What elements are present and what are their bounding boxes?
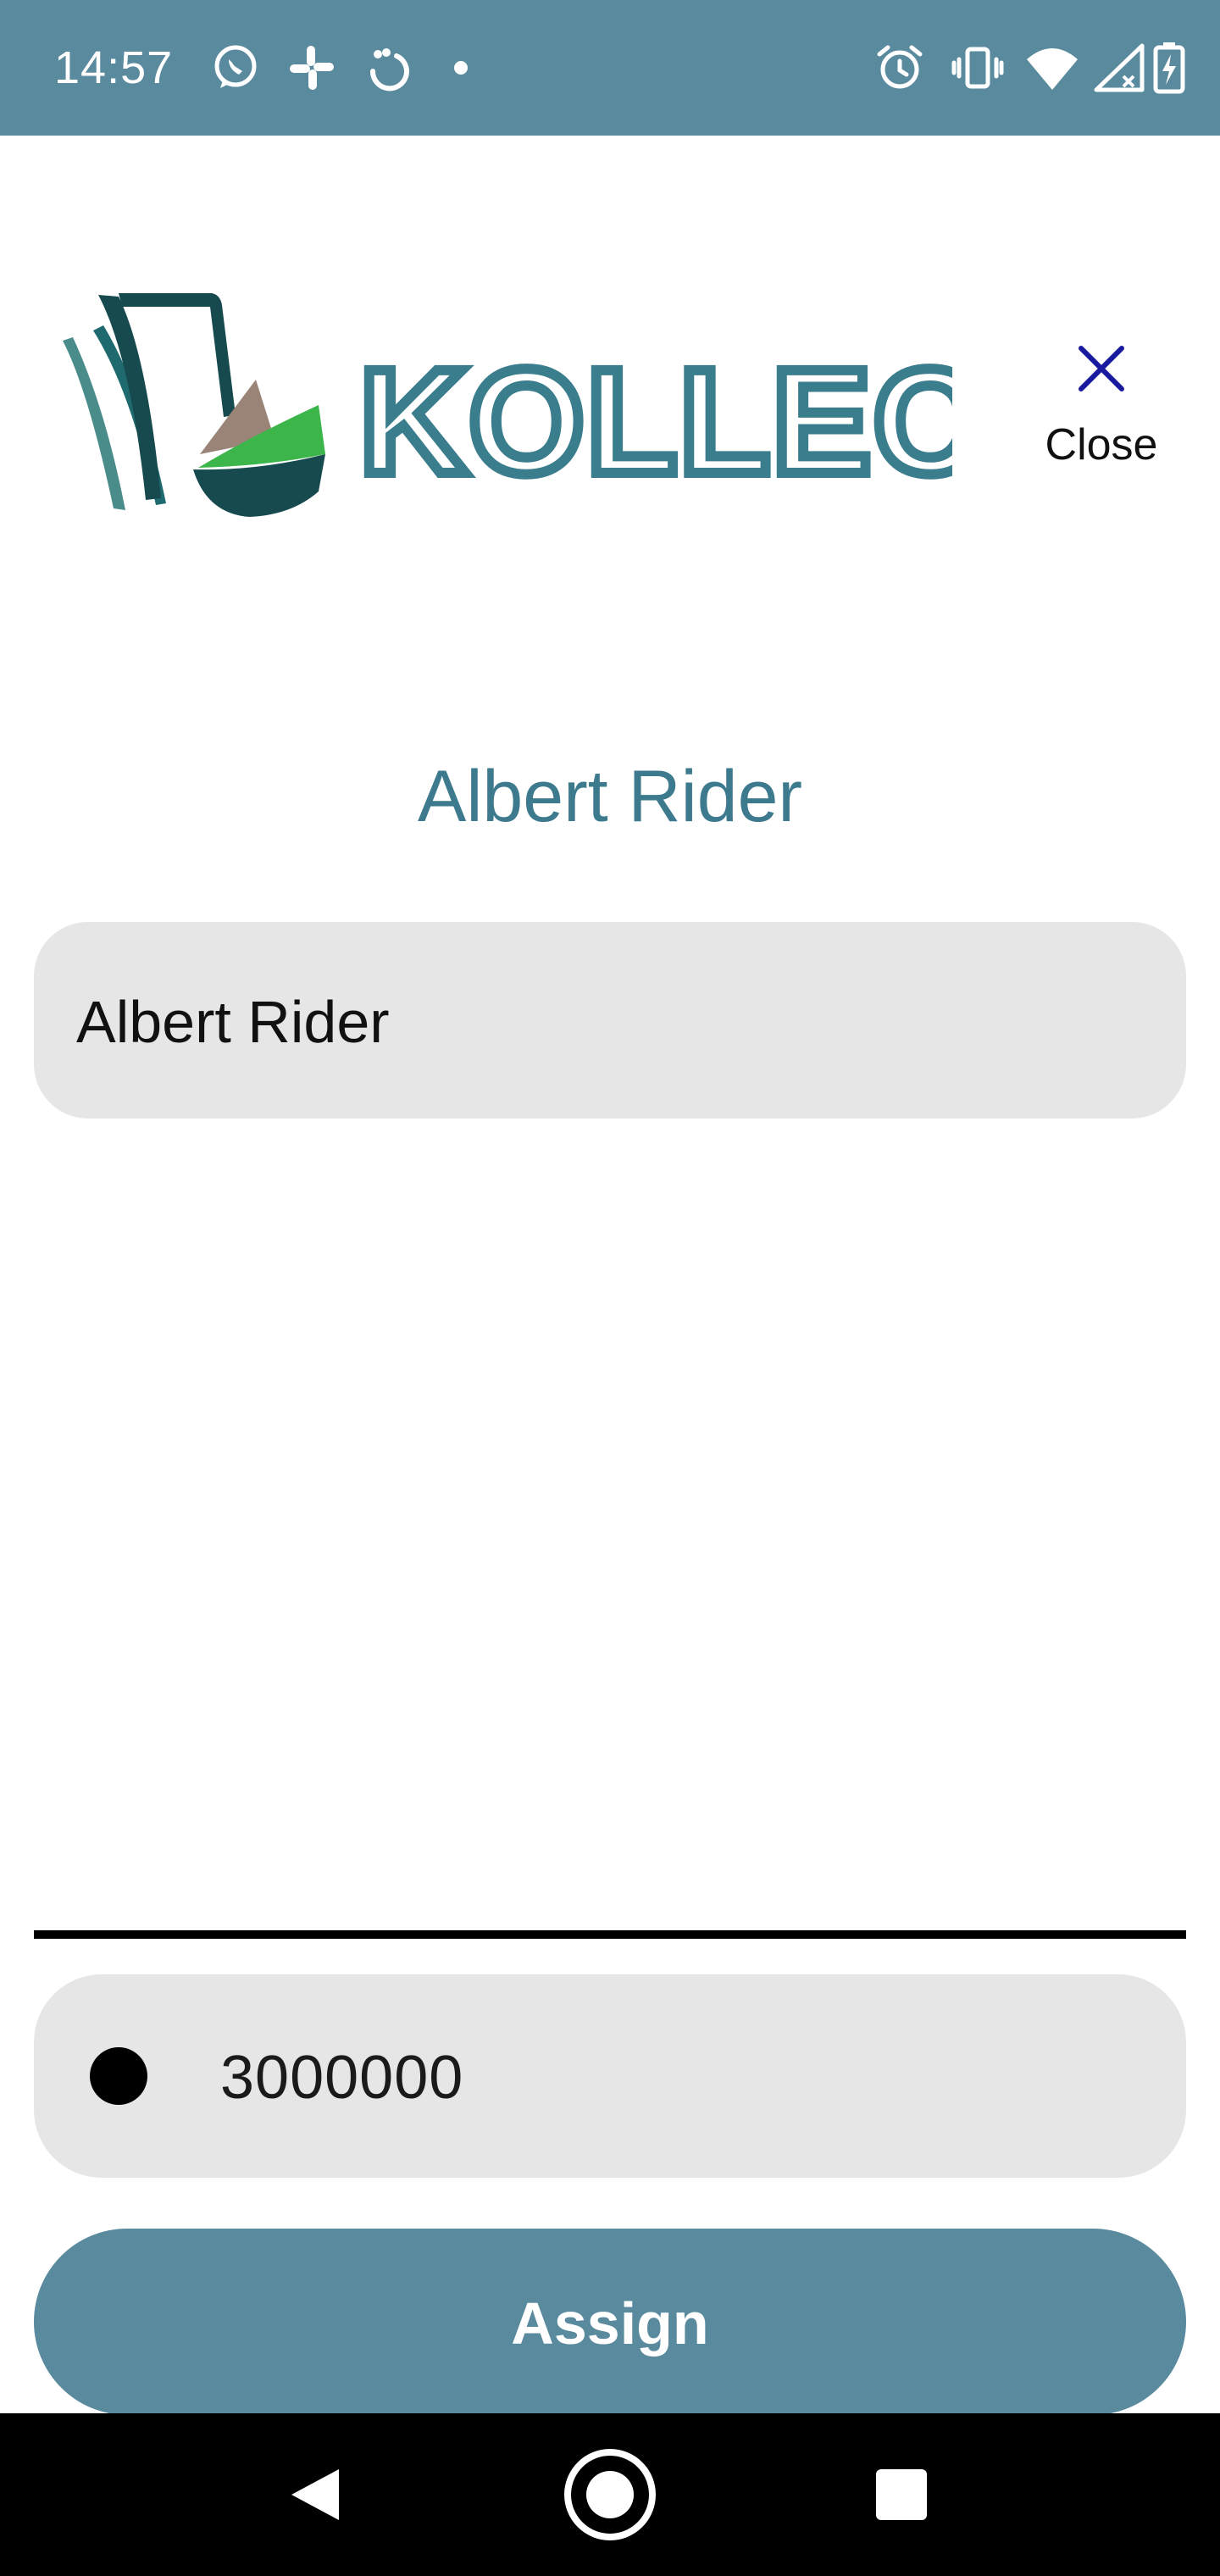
assign-button[interactable]: Assign (34, 2229, 1186, 2415)
status-bar: 14:57 (0, 0, 1220, 136)
alarm-icon (873, 41, 927, 95)
back-icon[interactable] (254, 2435, 373, 2554)
divider (34, 1930, 1186, 1939)
kollect-it-logo: KOLLECT IT (54, 288, 952, 525)
amount-value: 3000000 (220, 2044, 464, 2112)
wifi-icon (1025, 41, 1079, 95)
assign-label: Assign (511, 2290, 709, 2357)
page-title: Albert Rider (417, 756, 803, 837)
amount-dot-icon (90, 2047, 147, 2105)
close-icon (1076, 343, 1127, 394)
close-button[interactable]: Close (1025, 335, 1178, 487)
vibrate-icon (951, 41, 1005, 95)
sync-icon (359, 41, 413, 95)
recents-icon[interactable] (842, 2435, 961, 2554)
logo-text: KOLLECT IT (359, 339, 952, 505)
status-time: 14:57 (54, 42, 174, 93)
more-dot-icon (434, 41, 488, 95)
slack-icon (285, 41, 339, 95)
battery-charging-icon (1149, 41, 1190, 95)
amount-input[interactable]: 3000000 (34, 1974, 1186, 2178)
whatsapp-icon (208, 41, 263, 95)
navigation-bar (0, 2413, 1220, 2576)
name-field-value: Albert Rider (76, 989, 390, 1055)
home-icon[interactable] (551, 2435, 669, 2554)
signal-icon (1093, 41, 1147, 95)
name-field[interactable]: Albert Rider (34, 922, 1186, 1119)
close-label: Close (1045, 420, 1158, 469)
